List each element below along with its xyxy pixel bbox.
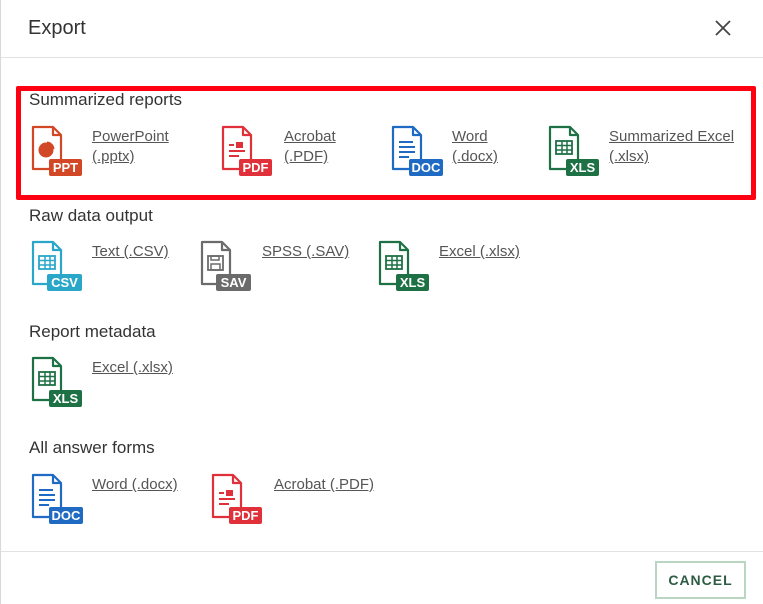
export-option-label: Acrobat (.PDF) bbox=[274, 476, 375, 493]
dialog-footer bbox=[1, 551, 763, 604]
cancel-button[interactable]: CANCEL bbox=[655, 561, 746, 599]
excel-file-icon: XLS bbox=[378, 240, 429, 291]
spss-file-icon: SAV bbox=[200, 240, 251, 291]
export-option-label: SPSS (.SAV) bbox=[262, 243, 350, 260]
svg-text:SAV: SAV bbox=[221, 275, 247, 290]
section-title-raw-data-output: Raw data output bbox=[29, 206, 153, 225]
excel-file-icon: XLS bbox=[31, 356, 82, 407]
export-option-label: Text (.CSV) bbox=[92, 243, 169, 260]
svg-text:DOC: DOC bbox=[52, 508, 82, 523]
csv-file-icon: CSV bbox=[31, 240, 82, 291]
export-answer-word-link[interactable]: DOC Word (.docx) bbox=[29, 473, 189, 527]
svg-text:PDF: PDF bbox=[233, 508, 259, 523]
svg-text:XLS: XLS bbox=[53, 391, 79, 406]
highlight-box bbox=[16, 86, 756, 200]
close-button[interactable] bbox=[712, 17, 734, 39]
export-spss-link[interactable]: SAV SPSS (.SAV) bbox=[198, 240, 358, 294]
export-raw-excel-link[interactable]: XLS Excel (.xlsx) bbox=[376, 240, 526, 294]
svg-text:XLS: XLS bbox=[400, 275, 426, 290]
dialog-title: Export bbox=[28, 17, 86, 39]
export-csv-link[interactable]: CSV Text (.CSV) bbox=[29, 240, 179, 294]
section-title-all-answer-forms: All answer forms bbox=[29, 438, 155, 457]
export-dialog: Export Summarized reports PPT PowerPoint… bbox=[0, 0, 763, 604]
export-answer-acrobat-link[interactable]: PDF Acrobat (.PDF) bbox=[209, 473, 389, 527]
dialog-header: Export bbox=[1, 0, 763, 58]
close-icon bbox=[715, 20, 731, 36]
export-option-label: Excel (.xlsx) bbox=[92, 359, 173, 376]
export-option-label: Excel (.xlsx) bbox=[439, 243, 520, 260]
export-metadata-excel-link[interactable]: XLS Excel (.xlsx) bbox=[29, 356, 179, 410]
word-file-icon: DOC bbox=[31, 473, 83, 524]
pdf-file-icon: PDF bbox=[211, 473, 262, 524]
section-title-report-metadata: Report metadata bbox=[29, 322, 156, 341]
svg-text:CSV: CSV bbox=[51, 275, 78, 290]
export-option-label: Word (.docx) bbox=[92, 476, 178, 493]
